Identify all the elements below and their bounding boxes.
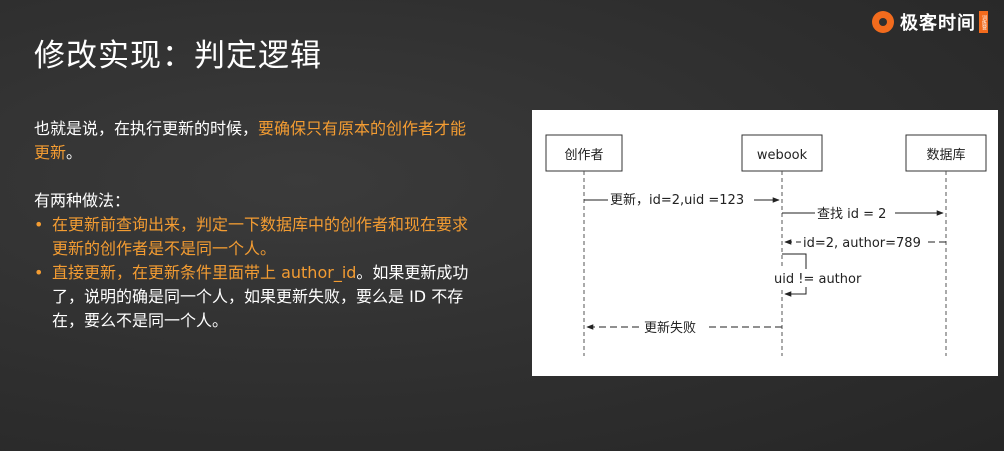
participant-label-author: 创作者 — [564, 148, 603, 163]
method-highlight: 在更新前查询出来，判定一下数据库中的创作者和现在要求更新的创作者是不是同一个人。 — [52, 215, 469, 258]
method-highlight: 直接更新，在更新条件里面带上 author_id — [52, 263, 357, 282]
slide-title: 修改实现：判定逻辑 — [34, 38, 322, 74]
bullet-icon: • — [34, 263, 44, 282]
message-find-label: 查找 id = 2 — [817, 207, 886, 222]
slide-content: 也就是说，在执行更新的时候，要确保只有原本的创作者才能更新。 有两种做法： • 在… — [34, 117, 474, 333]
intro-paragraph: 也就是说，在执行更新的时候，要确保只有原本的创作者才能更新。 — [34, 117, 474, 165]
geekbang-logo: 极客时间 训练营 — [872, 9, 988, 35]
message-result-label: id=2, author=789 — [803, 236, 921, 251]
logo-icon — [872, 11, 894, 33]
sequence-diagram: 创作者 webook 数据库 更新，id=2,uid =123 查找 id = … — [532, 110, 998, 376]
methods-list: • 在更新前查询出来，判定一下数据库中的创作者和现在要求更新的创作者是不是同一个人… — [34, 213, 474, 333]
bullet-icon: • — [34, 215, 44, 234]
participant-label-webook: webook — [757, 148, 808, 163]
intro-suffix: 。 — [66, 143, 83, 162]
message-self-check-label: uid != author — [774, 272, 862, 287]
methods-heading: 有两种做法： — [34, 191, 131, 210]
message-update-request-label: 更新，id=2,uid =123 — [610, 192, 744, 208]
intro-prefix: 也就是说，在执行更新的时候， — [34, 119, 259, 138]
participant-label-database: 数据库 — [926, 147, 965, 163]
method-item-conditional-update: • 直接更新，在更新条件里面带上 author_id。如果更新成功了，说明的确是同… — [34, 261, 474, 333]
logo-text: 极客时间 — [900, 13, 976, 34]
message-update-failed-label: 更新失败 — [644, 320, 696, 336]
logo-tag: 训练营 — [979, 11, 988, 33]
sequence-diagram-svg: 创作者 webook 数据库 更新，id=2,uid =123 查找 id = … — [545, 134, 987, 356]
method-item-query-first: • 在更新前查询出来，判定一下数据库中的创作者和现在要求更新的创作者是不是同一个人… — [34, 213, 474, 261]
